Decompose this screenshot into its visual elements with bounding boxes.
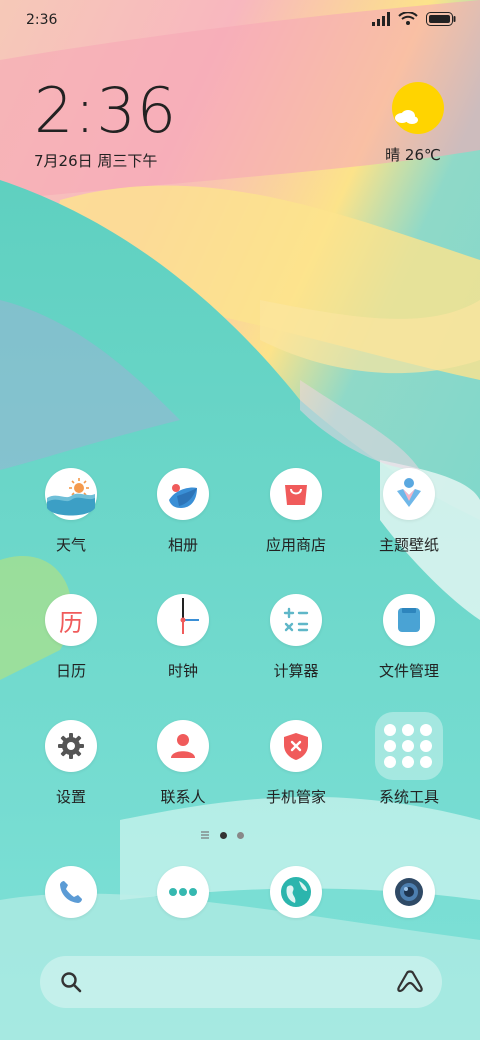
folder-app-icon: [384, 740, 396, 752]
app-contacts[interactable]: 联系人: [128, 720, 238, 807]
app-gallery[interactable]: 相册: [128, 468, 238, 555]
list-icon: [201, 831, 209, 839]
page-indicator[interactable]: [200, 830, 244, 840]
settings-icon: [45, 720, 97, 772]
status-icons: [372, 12, 456, 26]
phone-icon: [45, 866, 97, 918]
folder-app-icon: [384, 756, 396, 768]
weather-widget[interactable]: 晴 26℃: [385, 82, 448, 165]
app-label: 日历: [55, 662, 86, 680]
camera-icon: [383, 866, 435, 918]
folder-app-icon: [420, 756, 432, 768]
app-label: 计算器: [273, 662, 319, 680]
app-file-manager[interactable]: 文件管理: [354, 594, 464, 681]
app-calculator[interactable]: 计算器: [241, 594, 351, 681]
app-themes[interactable]: 主题壁纸: [354, 468, 464, 555]
app-calendar[interactable]: 历 日历: [16, 594, 126, 681]
dock-messages[interactable]: [128, 866, 238, 918]
status-bar: 2:36: [0, 0, 480, 42]
weather-icon: [45, 468, 97, 520]
page-dot-active: [220, 831, 227, 839]
app-label: 时钟: [167, 662, 198, 680]
calendar-icon: 历: [45, 594, 97, 646]
folder-icon: [375, 712, 443, 780]
status-time: 2:36: [26, 12, 58, 28]
app-label: 相册: [167, 536, 198, 554]
sun-cloud-icon: [392, 82, 444, 134]
app-label: 设置: [55, 788, 86, 806]
app-system-tools-folder[interactable]: 系统工具: [354, 712, 464, 807]
app-security[interactable]: 手机管家: [241, 720, 351, 807]
folder-app-icon: [384, 724, 396, 736]
app-label: 主题壁纸: [378, 536, 439, 554]
weather-text: 晴 26℃: [385, 146, 441, 164]
app-label: 应用商店: [265, 536, 326, 554]
security-icon: [270, 720, 322, 772]
messages-icon: [157, 866, 209, 918]
dock-camera[interactable]: [354, 866, 464, 918]
calendar-glyph: 历: [59, 608, 83, 637]
dock-phone[interactable]: [16, 866, 126, 918]
app-label: 联系人: [160, 788, 206, 806]
folder-app-icon: [420, 724, 432, 736]
folder-app-icon: [402, 756, 414, 768]
app-settings[interactable]: 设置: [16, 720, 126, 807]
folder-app-icon: [402, 724, 414, 736]
gallery-icon: [157, 468, 209, 520]
signal-icon: [372, 12, 390, 26]
folder-app-icon: [420, 740, 432, 752]
browser-icon: [270, 866, 322, 918]
app-app-store[interactable]: 应用商店: [241, 468, 351, 555]
folder-app-icon: [402, 740, 414, 752]
search-icon[interactable]: [60, 971, 82, 993]
search-bar[interactable]: [40, 956, 442, 1008]
page-dot: [237, 831, 244, 839]
clock-icon: [157, 594, 209, 646]
app-store-icon: [270, 468, 322, 520]
assistant-icon[interactable]: [396, 969, 424, 995]
app-label: 手机管家: [265, 788, 326, 806]
calculator-icon: [270, 594, 322, 646]
app-clock[interactable]: 时钟: [128, 594, 238, 681]
app-weather[interactable]: 天气: [16, 468, 126, 555]
dock-browser[interactable]: [241, 866, 351, 918]
app-label: 系统工具: [378, 788, 439, 806]
clock-date: 7月26日 周三下午: [34, 152, 158, 170]
file-manager-icon: [383, 594, 435, 646]
app-label: 天气: [55, 536, 86, 554]
battery-icon: [426, 12, 456, 26]
wifi-icon: [398, 12, 418, 25]
theme-icon: [383, 468, 435, 520]
contacts-icon: [157, 720, 209, 772]
app-label: 文件管理: [378, 662, 439, 680]
clock-time: 2:36: [34, 74, 178, 147]
clock-widget[interactable]: 2:36 7月26日 周三下午: [34, 78, 177, 171]
